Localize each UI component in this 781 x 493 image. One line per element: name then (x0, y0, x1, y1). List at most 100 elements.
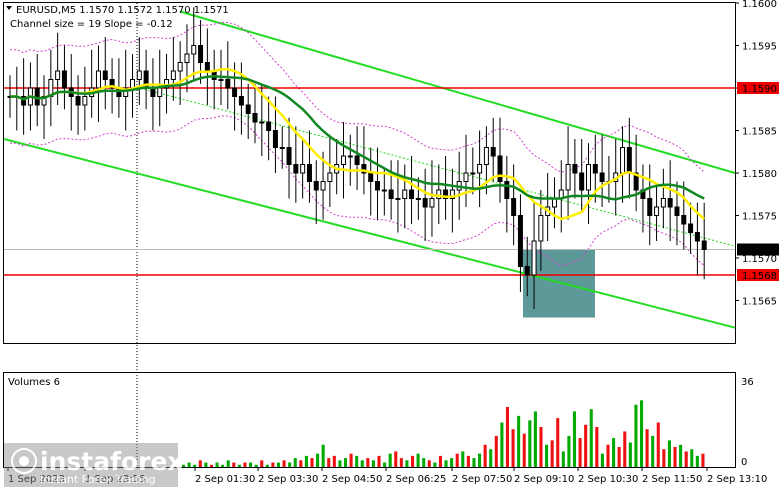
volume-bar (204, 462, 208, 467)
volume-bar (522, 433, 526, 467)
candle-body (524, 266, 530, 276)
x-tick-label: 2 Sep 09:10 (514, 474, 574, 485)
volume-bar (355, 455, 359, 467)
volume-bar (215, 462, 219, 467)
candle-body (620, 147, 626, 174)
volume-bar (405, 460, 409, 467)
candle-body (463, 172, 469, 182)
volume-bar (505, 407, 510, 467)
volume-scale-max: 36 (741, 377, 754, 388)
volume-bar (399, 458, 403, 467)
candle-body (340, 155, 346, 165)
candle-body (95, 70, 101, 89)
candle-body (701, 240, 707, 250)
volume-bar (327, 458, 331, 467)
candle-body (483, 147, 489, 165)
volume-bar (628, 442, 632, 467)
volume-bar (254, 464, 258, 467)
candle-body (354, 155, 360, 165)
candle-body (538, 215, 544, 242)
candle-body (320, 181, 326, 191)
volume-bar (237, 464, 241, 467)
candle-body (388, 189, 394, 199)
volume-bar (556, 418, 560, 467)
candle-body (477, 164, 483, 174)
volume-bar (612, 438, 616, 467)
price-label-text: 1.1571 (742, 246, 777, 257)
candle-body (136, 70, 142, 80)
volume-bar (606, 444, 610, 467)
volume-bar (645, 429, 649, 467)
volume-bar (209, 464, 213, 467)
candle-body (204, 62, 210, 72)
volume-bar (388, 453, 392, 467)
volume-bar (371, 460, 375, 467)
candle-body (55, 70, 61, 80)
candle-body (293, 164, 299, 174)
candle-body (694, 232, 700, 242)
candle-body (504, 181, 510, 199)
candle-body (654, 206, 660, 216)
candle-body (565, 164, 571, 191)
volume-bar (316, 453, 320, 467)
candle-body (517, 215, 523, 267)
volume-bar (673, 447, 677, 467)
candle-body (409, 189, 415, 199)
volume-bar (310, 458, 314, 467)
candle-body (75, 96, 81, 106)
candle-body (511, 198, 517, 216)
volume-bar (483, 444, 487, 467)
channel-info: Channel size = 19 Slope = -0.12 (10, 19, 173, 30)
volume-bar (288, 462, 292, 467)
volume-bar (634, 404, 638, 467)
volume-bar (595, 427, 599, 467)
candle-body (225, 79, 231, 89)
volume-bar (533, 411, 537, 467)
volume-bar (321, 444, 325, 467)
y-tick-label: 1.1585 (742, 127, 777, 138)
candle-body (245, 104, 251, 114)
y-tick-label: 1.1600 (742, 0, 777, 10)
candle-body (170, 70, 176, 80)
volume-bar (282, 460, 286, 467)
candle-body (681, 215, 687, 225)
volume-bar (550, 440, 554, 467)
y-tick-label: 1.1595 (742, 42, 777, 53)
candle-body (381, 189, 387, 192)
symbol-info: EURUSD,M5 1.1570 1.1572 1.1570 1.1571 (16, 5, 229, 16)
x-tick-label: 2 Sep 11:50 (642, 474, 702, 485)
volume-bar (383, 462, 387, 467)
candle-body (259, 121, 265, 124)
volume-bar (472, 458, 476, 467)
candle-body (402, 189, 408, 199)
price-label-text: 1.1590 (742, 84, 777, 95)
volume-bar (466, 455, 470, 467)
x-tick-label: 2 Sep 07:50 (452, 474, 512, 485)
volume-bar (444, 460, 448, 467)
price-chart: 1.1600 1.1595 1.1590 1.1585 1.1580 1.1575 1.15… (3, 0, 779, 487)
x-tick-label: 2 Sep 06:25 (386, 474, 446, 485)
volume-bar (332, 455, 336, 467)
volume-bar (500, 422, 504, 467)
chart-root: 1.1600 1.1595 1.1590 1.1585 1.1580 1.1575 1.15… (0, 0, 781, 489)
candle-body (232, 87, 238, 97)
volume-bar (410, 455, 415, 467)
candle-body (102, 70, 108, 80)
volume-scale-min: 0 (741, 457, 747, 468)
candle-body (626, 147, 632, 174)
candle-body (191, 45, 197, 55)
candle-body (300, 164, 306, 174)
brand-tagline: Instant Forex Trading (40, 473, 156, 486)
y-tick-label: 1.1565 (742, 297, 777, 308)
candle-body (429, 198, 435, 208)
candle-body (286, 147, 292, 165)
candle-body (422, 198, 428, 208)
candle-body (531, 240, 537, 276)
volume-bar (338, 460, 342, 467)
candle-body (674, 206, 680, 216)
candle-body (375, 181, 381, 191)
volume-bar (578, 438, 582, 467)
x-tick-label: 2 Sep 13:10 (707, 474, 767, 485)
x-tick-label: 2 Sep 04:50 (322, 474, 382, 485)
volume-bar (221, 464, 225, 467)
